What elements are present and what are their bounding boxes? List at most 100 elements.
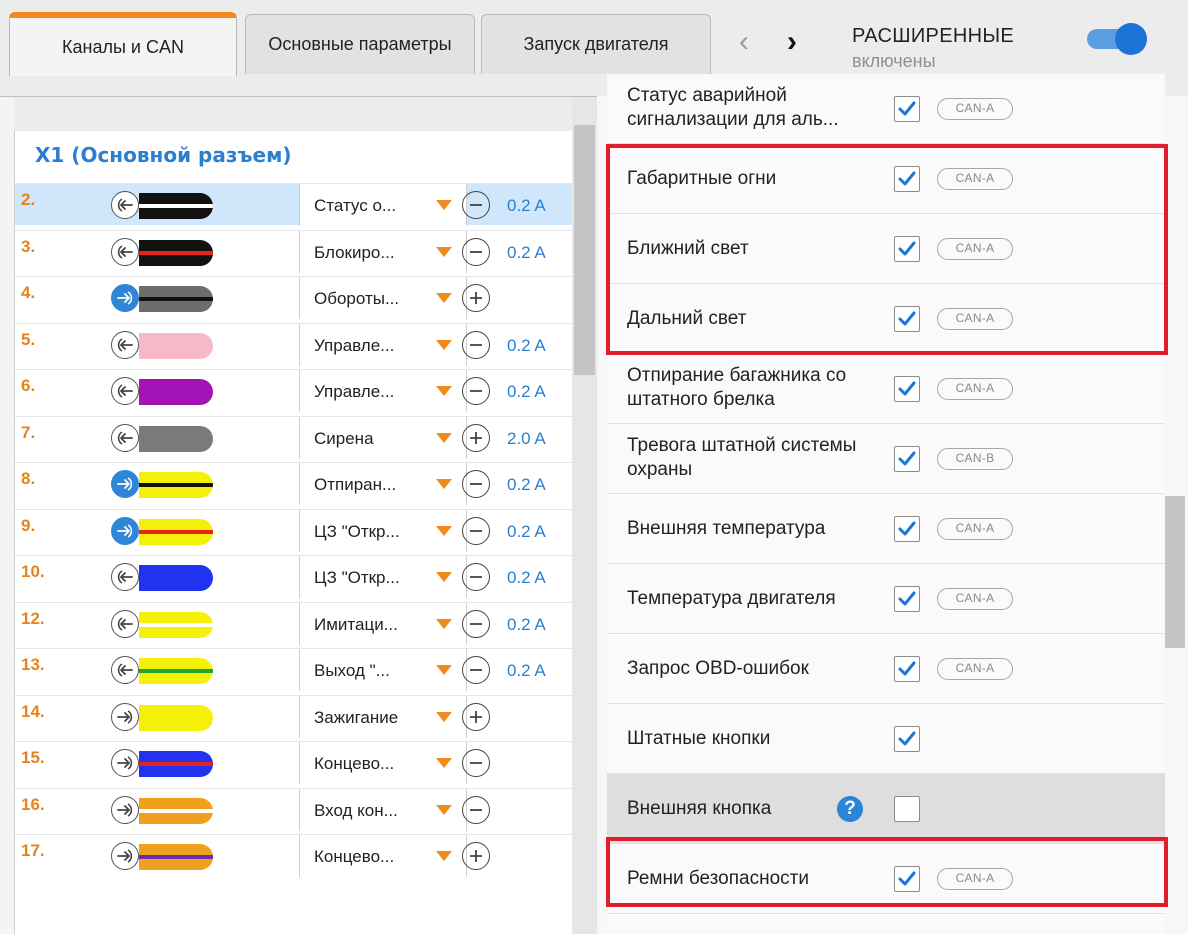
channel-list-scroll-thumb[interactable]: [574, 125, 595, 375]
can-param-checkbox[interactable]: [894, 726, 920, 752]
channels-panel-header: [14, 97, 572, 131]
channel-row[interactable]: 4. Обороты...: [15, 276, 573, 319]
help-icon[interactable]: ?: [837, 796, 863, 822]
minus-circle-icon[interactable]: [462, 656, 490, 684]
minus-circle-icon[interactable]: [462, 749, 490, 777]
channel-function-select[interactable]: Концево...: [299, 835, 467, 877]
can-param-label: Температура двигателя: [627, 588, 836, 609]
channel-current: 2.0 A: [507, 428, 546, 448]
input-arrow-icon[interactable]: [111, 470, 139, 498]
input-arrow-icon[interactable]: [111, 749, 139, 777]
can-param-checkbox[interactable]: [894, 166, 920, 192]
output-arrow-icon[interactable]: [111, 191, 139, 219]
can-param-row: Температура двигателя CAN-A: [607, 564, 1165, 634]
channel-function-select[interactable]: Управле...: [299, 323, 467, 366]
output-arrow-icon[interactable]: [111, 330, 139, 359]
input-arrow-icon[interactable]: [111, 842, 139, 870]
output-arrow-icon[interactable]: [111, 656, 139, 684]
channel-row[interactable]: 17. Концево...: [15, 834, 573, 877]
can-bus-badge: CAN-B: [937, 448, 1013, 470]
advanced-mode-toggle[interactable]: [1087, 23, 1147, 55]
can-param-row: Внешняя кнопка?: [607, 774, 1165, 844]
can-bus-badge: CAN-A: [937, 238, 1013, 260]
channel-function-select[interactable]: ЦЗ "Откр...: [299, 509, 467, 552]
can-param-checkbox[interactable]: [894, 796, 920, 822]
minus-circle-icon[interactable]: [462, 563, 490, 591]
channel-row[interactable]: 15. Концево...: [15, 741, 573, 784]
output-arrow-icon[interactable]: [111, 609, 139, 638]
minus-circle-icon[interactable]: [462, 191, 490, 219]
minus-circle-icon[interactable]: [462, 609, 490, 638]
wire-color-swatch: [139, 472, 213, 498]
minus-circle-icon[interactable]: [462, 795, 490, 824]
channel-row[interactable]: 12. Имитаци... 0.2 A: [15, 601, 573, 645]
channel-function-select[interactable]: Выход "...: [299, 649, 467, 691]
chevron-left-icon[interactable]: ‹: [739, 27, 749, 57]
param-list-scroll-thumb[interactable]: [1165, 496, 1185, 648]
can-param-checkbox[interactable]: [894, 586, 920, 612]
wire-color-swatch: [139, 797, 213, 824]
input-arrow-icon[interactable]: [111, 702, 139, 731]
channel-row[interactable]: 9. ЦЗ "Откр... 0.2 A: [15, 508, 573, 552]
channel-row[interactable]: 5. Управле... 0.2 A: [15, 322, 573, 366]
tab-engine-start[interactable]: Запуск двигателя: [481, 14, 711, 74]
channel-number: 8.: [21, 469, 36, 488]
plus-circle-icon[interactable]: [462, 842, 490, 870]
wire-color-swatch: [139, 425, 213, 452]
minus-circle-icon[interactable]: [462, 470, 490, 498]
minus-circle-icon[interactable]: [462, 330, 490, 359]
can-param-checkbox[interactable]: [894, 96, 920, 122]
can-param-checkbox[interactable]: [894, 446, 920, 472]
output-arrow-icon[interactable]: [111, 423, 139, 452]
channel-function-select[interactable]: Блокиро...: [299, 230, 467, 273]
dropdown-triangle-icon: [436, 386, 452, 396]
channel-function-select[interactable]: Отпиран...: [299, 463, 467, 505]
channel-function-select[interactable]: Имитаци...: [299, 602, 467, 645]
can-param-checkbox[interactable]: [894, 376, 920, 402]
can-param-checkbox[interactable]: [894, 866, 920, 892]
channel-row[interactable]: 3. Блокиро... 0.2 A: [15, 229, 573, 273]
channel-number: 6.: [21, 376, 36, 395]
tab-channels-can[interactable]: Каналы и CAN: [9, 12, 237, 76]
plus-circle-icon[interactable]: [462, 423, 490, 452]
channel-function-select[interactable]: Статус о...: [299, 184, 467, 226]
wire-color-swatch: [139, 611, 213, 638]
channel-function-select[interactable]: Сирена: [299, 416, 467, 459]
dropdown-triangle-icon: [436, 711, 452, 722]
channel-function-value: Имитаци...: [314, 614, 398, 634]
channel-function-select[interactable]: ЦЗ "Откр...: [299, 556, 467, 598]
plus-circle-icon[interactable]: [462, 284, 490, 312]
output-arrow-icon[interactable]: [111, 377, 139, 405]
channel-row[interactable]: 13. Выход "... 0.2 A: [15, 648, 573, 691]
channel-row[interactable]: 2. Статус о... 0.2 A: [15, 183, 573, 226]
minus-circle-icon[interactable]: [462, 377, 490, 405]
input-arrow-icon[interactable]: [111, 516, 139, 545]
wire-color-swatch: [139, 658, 213, 684]
chevron-right-icon[interactable]: ›: [787, 27, 797, 57]
minus-circle-icon[interactable]: [462, 237, 490, 266]
channel-row[interactable]: 8. Отпиран... 0.2 A: [15, 462, 573, 505]
tab-main-params[interactable]: Основные параметры: [245, 14, 475, 74]
channel-function-select[interactable]: Концево...: [299, 742, 467, 784]
output-arrow-icon[interactable]: [111, 563, 139, 591]
channel-row[interactable]: 14. Зажигание: [15, 694, 573, 738]
channel-function-select[interactable]: Вход кон...: [299, 788, 467, 831]
channel-row[interactable]: 10. ЦЗ "Откр... 0.2 A: [15, 555, 573, 598]
channel-row[interactable]: 16. Вход кон...: [15, 787, 573, 831]
input-arrow-icon[interactable]: [111, 284, 139, 312]
dropdown-triangle-icon: [436, 851, 452, 861]
can-param-checkbox[interactable]: [894, 236, 920, 262]
channel-function-select[interactable]: Управле...: [299, 370, 467, 412]
input-arrow-icon[interactable]: [111, 795, 139, 824]
minus-circle-icon[interactable]: [462, 516, 490, 545]
can-param-checkbox[interactable]: [894, 656, 920, 682]
channel-row[interactable]: 7. Сирена 2.0 A: [15, 415, 573, 459]
output-arrow-icon[interactable]: [111, 237, 139, 266]
can-param-checkbox[interactable]: [894, 306, 920, 332]
channel-function-select[interactable]: Зажигание: [299, 695, 467, 738]
plus-circle-icon[interactable]: [462, 702, 490, 731]
channel-function-select[interactable]: Обороты...: [299, 277, 467, 319]
channel-row[interactable]: 6. Управле... 0.2 A: [15, 369, 573, 412]
can-param-checkbox[interactable]: [894, 516, 920, 542]
channel-function-value: ЦЗ "Откр...: [314, 521, 400, 541]
